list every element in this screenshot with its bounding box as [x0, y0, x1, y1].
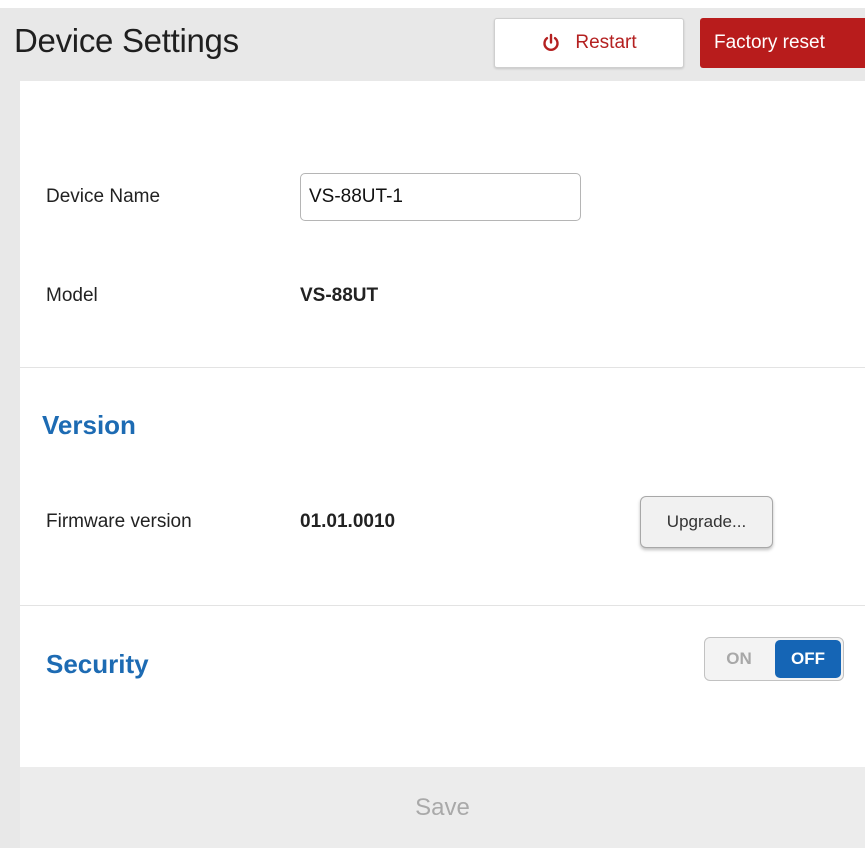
- firmware-version-value: 01.01.0010: [300, 511, 396, 532]
- factory-reset-button[interactable]: Factory reset: [700, 18, 865, 68]
- factory-reset-label: Factory reset: [714, 32, 825, 53]
- model-value: VS-88UT: [300, 285, 379, 306]
- restart-label: Restart: [575, 32, 637, 53]
- page-title: Device Settings: [14, 22, 239, 59]
- version-section-title: Version: [42, 410, 136, 440]
- save-button[interactable]: Save: [20, 767, 865, 848]
- toggle-off-option[interactable]: OFF: [775, 640, 841, 678]
- device-name-input[interactable]: [300, 173, 581, 221]
- model-label: Model: [46, 285, 98, 306]
- security-section-title: Security: [46, 649, 149, 679]
- upgrade-button[interactable]: Upgrade...: [640, 496, 773, 548]
- section-divider: [20, 367, 865, 368]
- toggle-on-option[interactable]: ON: [705, 638, 773, 680]
- section-divider: [20, 605, 865, 606]
- upgrade-label: Upgrade...: [666, 512, 747, 531]
- save-label: Save: [415, 793, 470, 821]
- firmware-version-label: Firmware version: [46, 511, 192, 532]
- settings-panel: Device Name Model VS-88UT Version Firmwa…: [20, 81, 865, 767]
- security-toggle[interactable]: ON OFF: [704, 637, 844, 681]
- restart-button[interactable]: Restart: [494, 18, 684, 68]
- device-name-label: Device Name: [46, 186, 161, 207]
- power-icon: [541, 33, 561, 53]
